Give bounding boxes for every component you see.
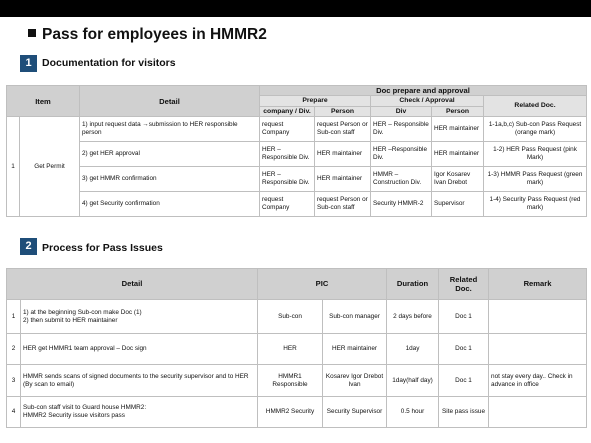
step3-detail: HMMR sends scans of signed documents to …: [20, 364, 258, 397]
step2-pic-org: HER: [257, 333, 323, 365]
step1-number: 1: [6, 299, 21, 334]
row2-check-person: HER maintainer: [431, 141, 484, 168]
row3-check-person: Igor Kosarev Ivan Drebot: [431, 166, 484, 193]
table-row: 3 HMMR sends scans of signed documents t…: [6, 364, 588, 397]
row1-prepare-company: request Company: [259, 116, 315, 143]
section1-title: Documentation for visitors: [42, 57, 176, 69]
table-row: 4) get Security confirmation request Com…: [7, 191, 588, 218]
header-pic: PIC: [256, 268, 388, 300]
page-title: Pass for employees in HMMR2: [28, 26, 267, 44]
row2-check-div: HER –Responsible Div.: [370, 141, 432, 168]
table-row: 3) get HMMR confirmation HER –Responsibl…: [7, 166, 588, 193]
row3-detail: 3) get HMMR confirmation: [79, 166, 260, 193]
row1-related-doc: 1-1a,b,c) Sub-con Pass Request (orange m…: [482, 116, 588, 143]
step4-remark: [488, 396, 588, 428]
row3-prepare-company: HER –Responsible Div.: [259, 166, 315, 193]
step4-number: 4: [6, 396, 21, 428]
row2-prepare-person: HER maintainer: [314, 141, 371, 168]
step3-pic-org: HMMR1 Responsible: [257, 364, 323, 397]
header-item: Item: [6, 84, 80, 118]
step3-duration: 1day(half day): [386, 364, 440, 397]
row4-related-doc: 1-4) Security Pass Request (red mark): [482, 191, 588, 218]
step4-duration: 0.5 hour: [386, 396, 440, 428]
header-person-2: Person: [431, 106, 484, 118]
step1-pic-person: Sub-con manager: [321, 299, 388, 334]
step2-detail: HER get HMMR1 team approval – Doc sign: [20, 333, 258, 365]
step1-remark: [488, 299, 588, 334]
header-detail: Detail: [79, 84, 260, 118]
step1-duration: 2 days before: [386, 299, 440, 334]
pass-process-table: Detail PIC Duration Related Doc. Remark …: [6, 268, 588, 428]
row1-check-person: HER maintainer: [431, 116, 484, 143]
row3-related-doc: 1-3) HMMR Pass Request (green mark): [482, 166, 588, 193]
step2-remark: [488, 333, 588, 365]
row2-related-doc: 1-2) HER Pass Request (pink Mark): [482, 141, 588, 168]
row4-prepare-person: request Person or Sub-con staff: [314, 191, 371, 218]
row2-detail: 2) get HER approval: [79, 141, 260, 168]
header-div: Div: [370, 106, 432, 118]
step4-related-doc: Site pass issue: [438, 396, 490, 428]
top-bar: [0, 0, 591, 17]
header-check-approval: Check / Approval: [370, 95, 484, 108]
item-name: Get Permit: [19, 116, 80, 218]
row4-check-div: Security HMMR-2: [370, 191, 432, 218]
step2-related-doc: Doc 1: [438, 333, 490, 365]
step1-pic-org: Sub-con: [257, 299, 323, 334]
table-row: 4 Sub-con staff visit to Guard house HMM…: [6, 396, 588, 428]
row4-detail: 4) get Security confirmation: [79, 191, 260, 218]
header-company-div: company / Div.: [259, 106, 315, 118]
section2-badge: 2: [20, 238, 37, 255]
step2-number: 2: [6, 333, 21, 365]
step2-duration: 1day: [386, 333, 440, 365]
step1-detail: 1) at the beginning Sub-con make Doc (1)…: [20, 299, 258, 334]
item-number: 1: [6, 116, 20, 218]
table-row: 2) get HER approval HER –Responsible Div…: [7, 141, 588, 168]
step4-pic-person: Security Supervisor: [321, 396, 388, 428]
step3-related-doc: Doc 1: [438, 364, 490, 397]
step4-pic-org: HMMR2 Security: [257, 396, 323, 428]
step3-pic-person: Kosarev Igor Drebot Ivan: [321, 364, 388, 397]
header-remark: Remark: [488, 268, 588, 300]
visitor-documentation-table: Item Detail Doc prepare and approval Pre…: [6, 84, 588, 218]
bullet-square-icon: [28, 29, 36, 37]
page-title-text: Pass for employees in HMMR2: [42, 26, 267, 43]
table-row: 1 1) at the beginning Sub-con make Doc (…: [6, 299, 588, 334]
row3-prepare-person: HER maintainer: [314, 166, 371, 193]
header-related-doc-2: Related Doc.: [438, 268, 490, 300]
table-row: 2 HER get HMMR1 team approval – Doc sign…: [6, 333, 588, 365]
step3-number: 3: [6, 364, 21, 397]
table-row: 1 Get Permit 1) input request data →subm…: [6, 116, 588, 218]
header-prepare: Prepare: [259, 95, 371, 108]
row4-check-person: Supervisor: [431, 191, 484, 218]
section1-badge: 1: [20, 55, 37, 72]
row1-detail: 1) input request data →submission to HER…: [79, 116, 260, 143]
step2-pic-person: HER maintainer: [321, 333, 388, 365]
step3-remark: not stay every day.. Check in advance in…: [488, 364, 588, 397]
header-detail-2: Detail: [6, 268, 258, 300]
header-person: Person: [314, 106, 371, 118]
row2-prepare-company: HER –Responsible Div.: [259, 141, 315, 168]
section2-title: Process for Pass Issues: [42, 242, 163, 254]
header-doc-prepare-approval: Doc prepare and approval: [258, 84, 588, 97]
step1-related-doc: Doc 1: [438, 299, 490, 334]
header-related-doc: Related Doc.: [482, 95, 588, 118]
row1-check-div: HER – Responsible Div.: [370, 116, 432, 143]
header-duration: Duration: [386, 268, 440, 300]
row3-check-div: HMMR – Construction Div.: [370, 166, 432, 193]
row1-prepare-person: request Person or Sub-con staff: [314, 116, 371, 143]
step4-detail: Sub-con staff visit to Guard house HMMR2…: [20, 396, 258, 428]
row4-prepare-company: request Company: [259, 191, 315, 218]
